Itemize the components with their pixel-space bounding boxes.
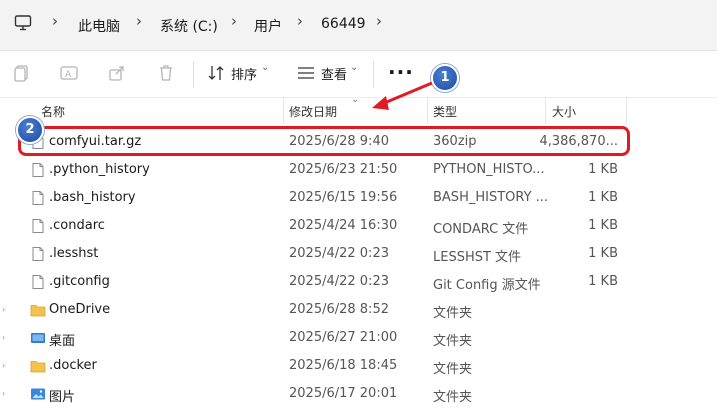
svg-text:A: A (65, 70, 72, 80)
file-size: 1 KB (588, 274, 618, 289)
file-size: 1 KB (588, 190, 618, 205)
file-type: PYTHON_HISTO... (433, 162, 545, 177)
computer-icon[interactable] (14, 14, 32, 32)
sort-caret-icon: ⌄ (351, 94, 360, 105)
view-icon[interactable] (296, 63, 316, 83)
file-row[interactable]: › OneDrive 2025/6/28 8:52 文件夹 (0, 296, 717, 324)
share-icon[interactable] (107, 63, 127, 83)
file-row[interactable]: .python_history 2025/6/23 21:50 PYTHON_HIS… (0, 156, 717, 184)
breadcrumb-drive-c[interactable]: 系统 (C:) (160, 16, 218, 36)
column-header-name[interactable]: 名称 (41, 103, 65, 120)
chevron-right-icon[interactable]: › (297, 12, 303, 30)
rename-icon[interactable]: A (59, 63, 79, 83)
chevron-right-icon[interactable]: › (2, 361, 5, 370)
view-button[interactable]: 查看 (321, 64, 347, 83)
file-icon (32, 191, 44, 205)
file-name: 桌面 (49, 334, 76, 349)
chevron-right-icon[interactable]: › (2, 389, 5, 398)
file-row[interactable]: .bash_history 2025/6/15 19:56 BASH_HISTORY… (0, 184, 717, 212)
chevron-right-icon[interactable]: › (2, 333, 5, 342)
breadcrumb-user-folder[interactable]: 66449 (321, 16, 366, 32)
sort-button[interactable]: 排序 (231, 64, 257, 83)
file-date: 2025/6/17 20:01 (289, 386, 398, 401)
file-date: 2025/6/15 19:56 (289, 190, 398, 205)
breadcrumb-this-pc[interactable]: 此电脑 (78, 16, 120, 36)
step-badge-1: 1 (431, 64, 459, 92)
chevron-down-icon[interactable]: ⌄ (261, 62, 269, 73)
column-separator[interactable] (283, 97, 284, 124)
file-date: 2025/4/22 0:23 (289, 274, 389, 289)
file-icon (32, 275, 44, 289)
more-options-button[interactable]: ··· (388, 60, 414, 84)
file-date: 2025/6/18 18:45 (289, 358, 398, 373)
file-date: 2025/6/27 21:00 (289, 330, 398, 345)
chevron-right-icon[interactable]: › (52, 12, 58, 30)
highlight-box (18, 126, 630, 156)
file-name: .lesshst (49, 246, 99, 261)
address-bar[interactable]: › 此电脑 › 系统 (C:) › 用户 › 66449 › (0, 0, 717, 51)
file-row[interactable]: › 图片 2025/6/17 20:01 文件夹 (0, 380, 717, 408)
chevron-right-icon[interactable]: › (231, 12, 237, 30)
file-row[interactable]: .condarc 2025/4/24 16:30 CONDARC 文件 1 KB (0, 212, 717, 240)
file-type: 文件夹 (433, 334, 473, 349)
column-header-date[interactable]: 修改日期 (289, 103, 337, 120)
column-header-size[interactable]: 大小 (552, 103, 576, 120)
copy-icon[interactable] (12, 63, 32, 83)
file-type: 文件夹 (433, 362, 473, 377)
toolbar-divider (373, 61, 374, 87)
command-bar: A 排序 ⌄ 查看 ⌄ ··· (0, 51, 717, 98)
file-type: CONDARC 文件 (433, 222, 529, 237)
file-date: 2025/4/24 16:30 (289, 218, 398, 233)
folder-icon (30, 361, 46, 373)
file-icon (32, 247, 44, 261)
delete-icon[interactable] (156, 63, 176, 83)
file-type: BASH_HISTORY ... (433, 190, 549, 205)
desktop-folder-icon (31, 333, 45, 343)
file-type: LESSHST 文件 (433, 250, 522, 265)
sort-icon[interactable] (206, 63, 226, 83)
file-row[interactable]: › 桌面 2025/6/27 21:00 文件夹 (0, 324, 717, 352)
chevron-right-icon[interactable]: › (376, 12, 382, 30)
file-name: 图片 (49, 390, 76, 405)
column-header-type[interactable]: 类型 (433, 103, 457, 120)
file-row[interactable]: .lesshst 2025/4/22 0:23 LESSHST 文件 1 KB (0, 240, 717, 268)
file-date: 2025/6/28 8:52 (289, 302, 389, 317)
file-name: .bash_history (49, 190, 136, 205)
column-separator[interactable] (626, 97, 627, 124)
chevron-down-icon[interactable]: ⌄ (350, 62, 358, 73)
column-separator[interactable] (545, 97, 546, 124)
file-type: 文件夹 (433, 306, 473, 321)
step-badge-2: 2 (16, 116, 44, 144)
folder-icon (30, 305, 46, 317)
column-separator[interactable] (427, 97, 428, 124)
file-size: 1 KB (588, 162, 618, 177)
file-name: OneDrive (49, 302, 111, 317)
file-size: 1 KB (588, 218, 618, 233)
file-name: .docker (49, 358, 97, 373)
file-icon (32, 163, 44, 177)
file-date: 2025/6/23 21:50 (289, 162, 398, 177)
file-name: .gitconfig (49, 274, 110, 289)
file-row[interactable]: › .docker 2025/6/18 18:45 文件夹 (0, 352, 717, 380)
toolbar-divider (193, 61, 194, 87)
file-icon (32, 219, 44, 233)
file-name: .python_history (49, 162, 150, 177)
file-type: Git Config 源文件 (433, 278, 541, 293)
file-row[interactable]: .gitconfig 2025/4/22 0:23 Git Config 源文件 1 … (0, 268, 717, 296)
chevron-right-icon[interactable]: › (136, 12, 142, 30)
breadcrumb-users[interactable]: 用户 (254, 16, 282, 36)
file-date: 2025/4/22 0:23 (289, 246, 389, 261)
pictures-folder-icon (31, 388, 45, 400)
file-type: 文件夹 (433, 390, 473, 405)
chevron-right-icon[interactable]: › (2, 305, 5, 314)
file-size: 1 KB (588, 246, 618, 261)
file-name: .condarc (49, 218, 105, 233)
